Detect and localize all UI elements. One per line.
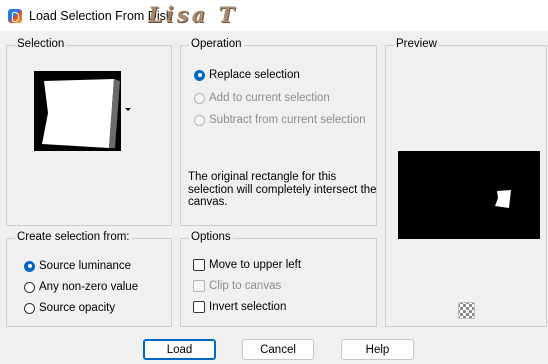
preview-group: Preview	[385, 38, 547, 327]
checkbox-clip-to-canvas[interactable]: Clip to canvas	[193, 280, 281, 292]
options-group-label: Options	[189, 231, 233, 243]
checkbox-label: Clip to canvas	[209, 280, 282, 292]
options-group: Options Move to upper left Clip to canva…	[180, 231, 377, 327]
radio-button-icon[interactable]	[194, 92, 205, 104]
checkbox-icon[interactable]	[193, 259, 205, 271]
radio-add-to-current-selection[interactable]: Add to current selection	[194, 92, 330, 104]
radio-button-icon[interactable]	[24, 302, 35, 314]
cancel-button[interactable]: Cancel	[242, 339, 314, 360]
transparency-checker-icon[interactable]	[458, 302, 475, 319]
radio-label: Add to current selection	[209, 92, 330, 104]
selection-group-label: Selection	[15, 38, 67, 50]
help-button[interactable]: Help	[341, 339, 414, 360]
title-bar: Load Selection From Disk	[0, 0, 548, 31]
radio-button-icon[interactable]	[194, 114, 205, 126]
radio-source-luminance[interactable]: Source luminance	[24, 260, 131, 272]
radio-subtract-from-current-selection[interactable]: Subtract from current selection	[194, 114, 366, 126]
checkbox-icon[interactable]	[193, 301, 205, 313]
paintshop-app-icon	[8, 8, 22, 23]
load-button[interactable]: Load	[143, 339, 216, 360]
selection-group: Selection	[6, 38, 172, 226]
preview-group-label: Preview	[394, 38, 439, 50]
radio-button-icon[interactable]	[24, 260, 35, 272]
create-selection-group: Create selection from: Source luminance …	[6, 231, 172, 327]
radio-label: Any non-zero value	[39, 281, 139, 293]
operation-info-text: The original rectangle for this selectio…	[188, 171, 377, 208]
selection-thumbnail[interactable]	[34, 71, 121, 151]
checkbox-move-to-upper-left[interactable]: Move to upper left	[193, 259, 301, 271]
radio-button-icon[interactable]	[194, 69, 205, 81]
radio-source-opacity[interactable]: Source opacity	[24, 302, 115, 314]
checkbox-label: Move to upper left	[209, 259, 302, 271]
checkbox-icon[interactable]	[193, 280, 205, 292]
radio-label: Replace selection	[209, 69, 300, 81]
checkbox-label: Invert selection	[209, 301, 287, 313]
chevron-down-icon[interactable]	[125, 108, 131, 111]
preview-shape	[495, 190, 511, 208]
watermark-signature: Lisa T	[148, 2, 238, 27]
radio-label: Source opacity	[39, 302, 116, 314]
radio-button-icon[interactable]	[24, 281, 35, 293]
radio-any-non-zero-value[interactable]: Any non-zero value	[24, 281, 138, 293]
create-selection-group-label: Create selection from:	[15, 231, 132, 243]
operation-group-label: Operation	[189, 38, 244, 50]
selection-shape	[42, 79, 120, 148]
operation-group: Operation Replace selection Add to curre…	[180, 38, 377, 226]
radio-label: Subtract from current selection	[209, 114, 366, 126]
checkbox-invert-selection[interactable]: Invert selection	[193, 301, 286, 313]
radio-replace-selection[interactable]: Replace selection	[194, 69, 300, 81]
radio-label: Source luminance	[39, 260, 132, 272]
preview-canvas	[398, 151, 540, 239]
